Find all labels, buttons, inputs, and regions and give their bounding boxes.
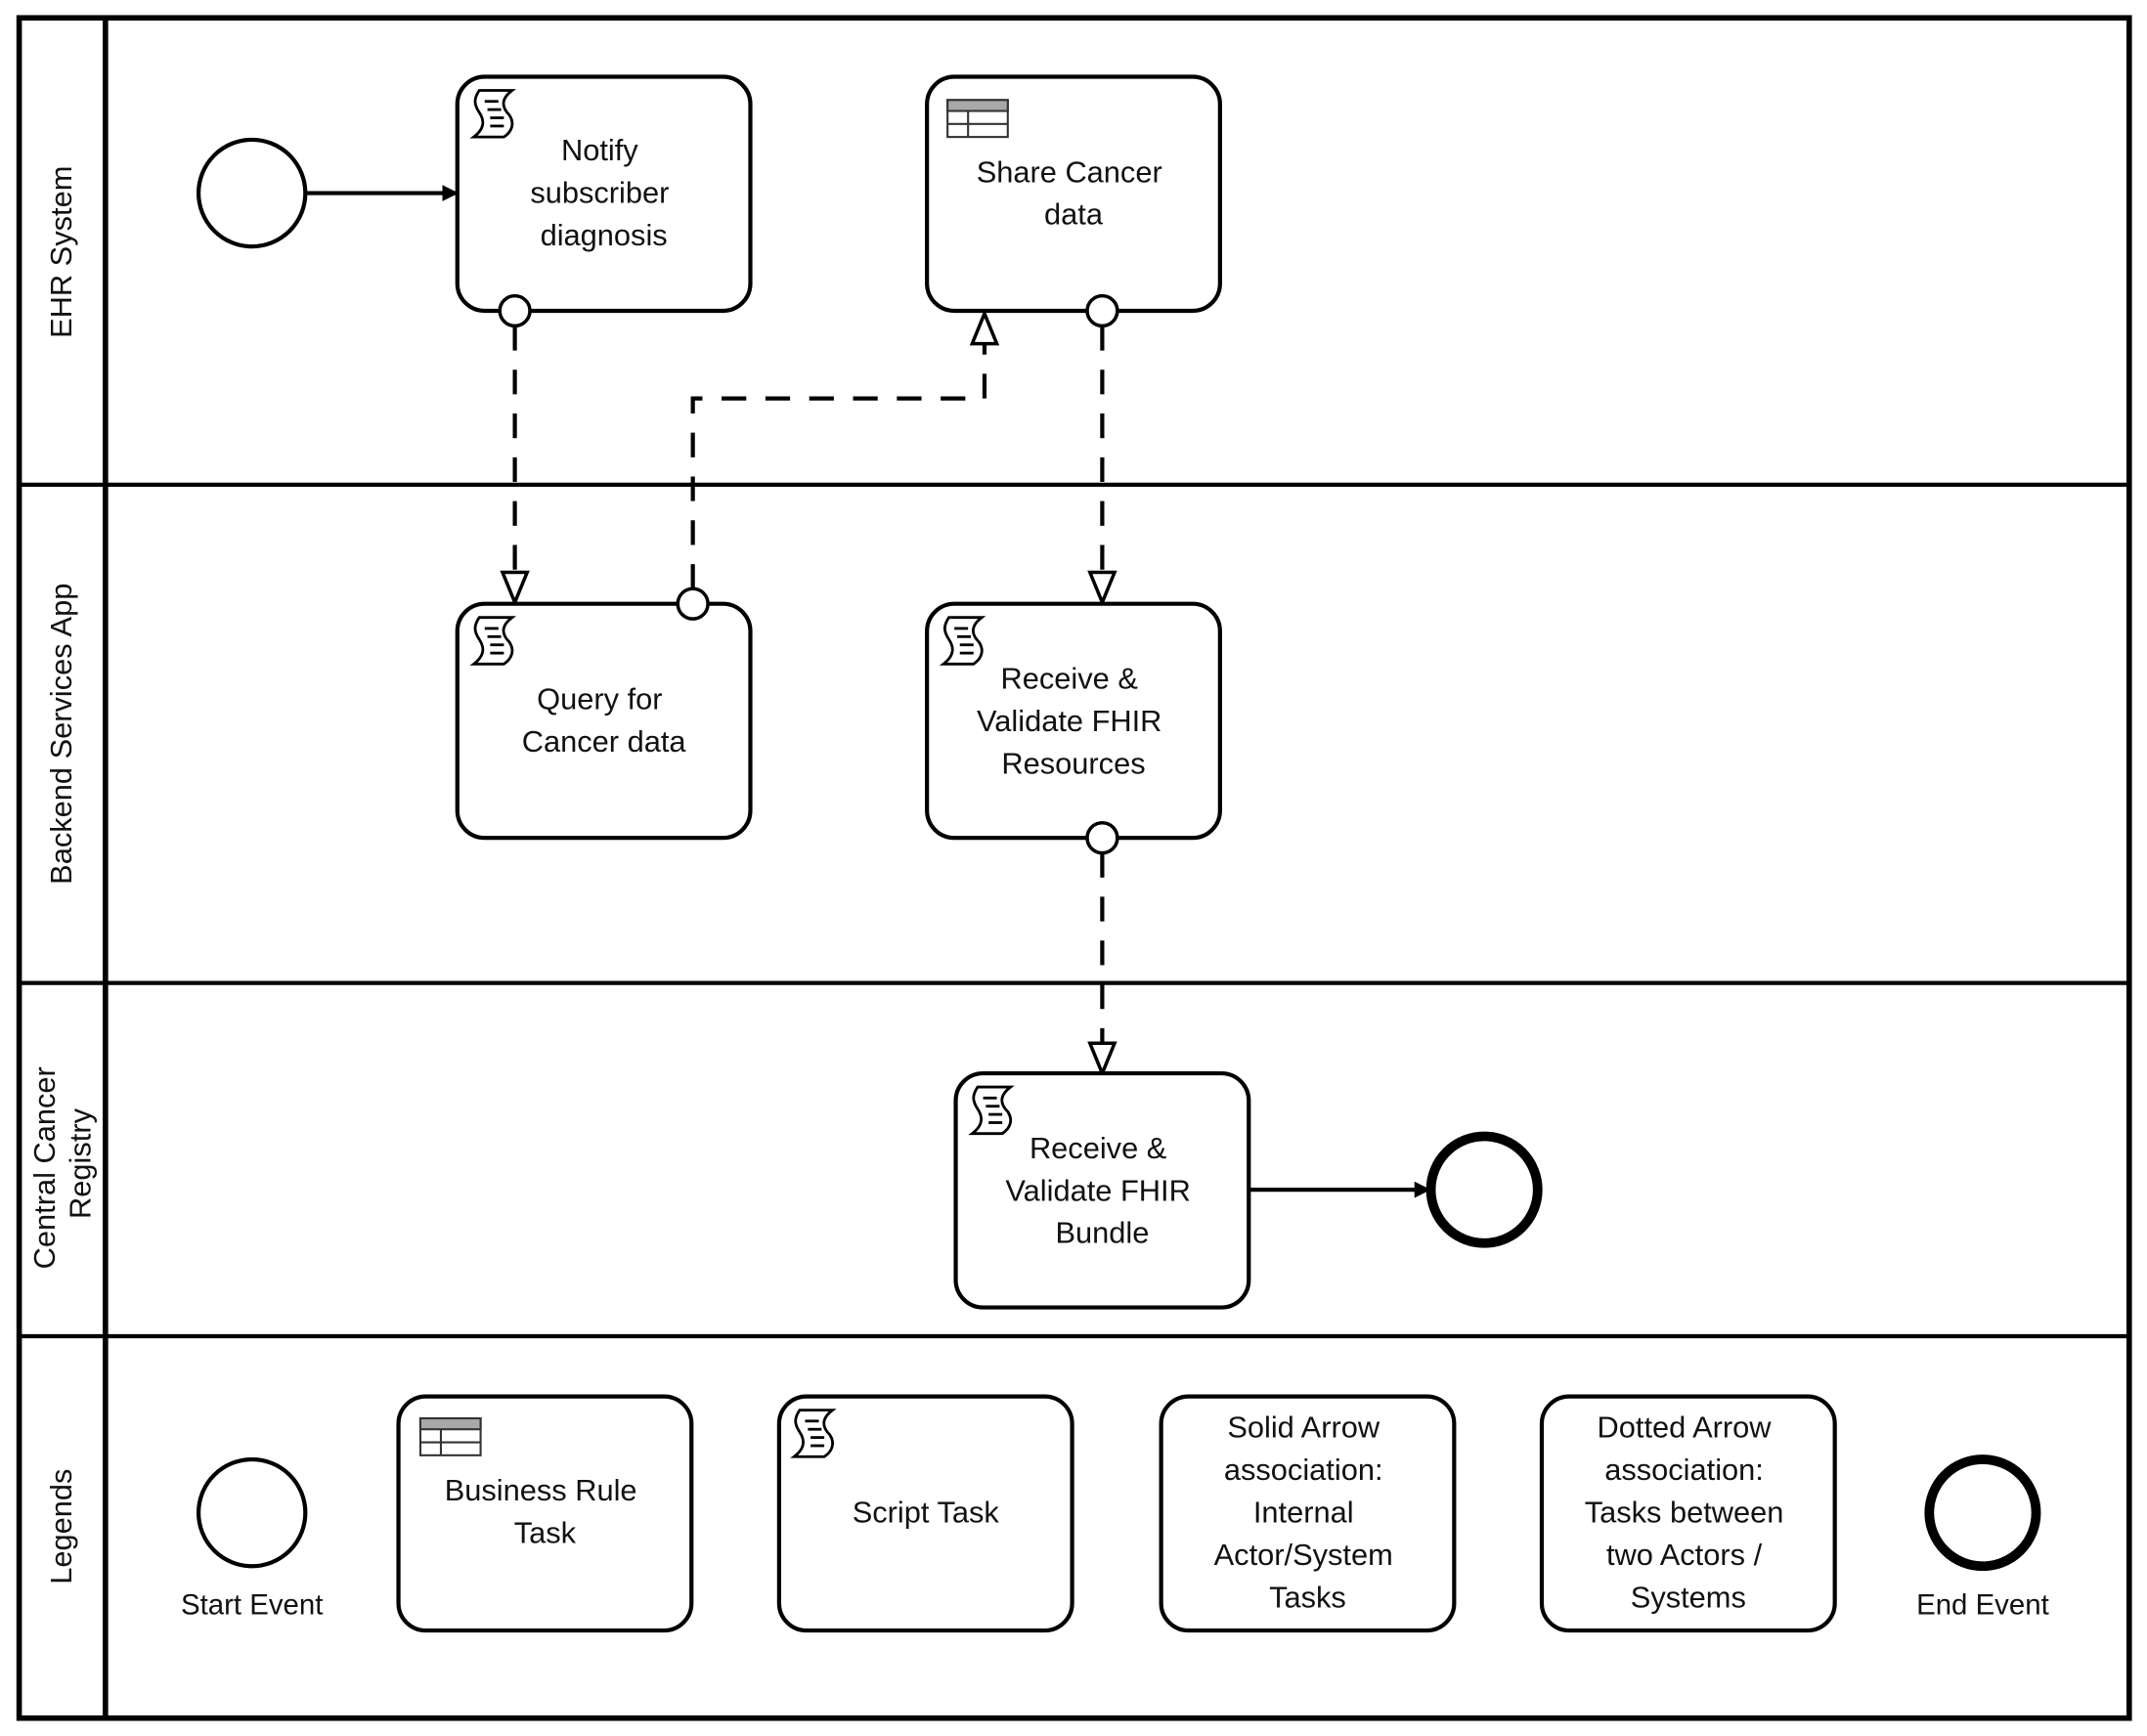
task-notify-subscriber-diagnosis[interactable]: Notify subscriber diagnosis [455, 74, 753, 328]
task-label-line: Validate FHIR [977, 704, 1161, 738]
task-label-line: diagnosis [541, 218, 668, 252]
lane-label-ehr-system: EHR System [44, 166, 78, 338]
task-share-cancer-data[interactable]: Share Cancer data [925, 74, 1222, 328]
task-query-for-cancer-data[interactable]: Query for Cancer data [455, 586, 753, 841]
legend-label-line: Systems [1631, 1580, 1746, 1614]
script-task-icon [970, 1085, 1013, 1136]
task-receive-validate-fhir-bundle[interactable]: Receive & Validate FHIR Bundle [953, 1070, 1251, 1310]
end-event[interactable] [1425, 1131, 1543, 1248]
message-port [676, 586, 710, 621]
legend-label-line: Dotted Arrow [1598, 1410, 1773, 1445]
legend-label-line: Internal [1253, 1495, 1354, 1529]
legend-label-line: association: [1604, 1453, 1764, 1487]
task-label-line: subscriber [530, 175, 669, 209]
legend-end-event: End Event [1916, 1454, 2049, 1621]
task-label-line: Query for [537, 682, 662, 716]
legend-label: Script Task [853, 1495, 1000, 1529]
start-event-icon [196, 1456, 308, 1569]
legend-script-task: Script Task [776, 1394, 1074, 1633]
message-port [498, 293, 532, 328]
legend-label: Start Event [181, 1588, 323, 1621]
task-label-line: Receive & [1001, 662, 1139, 696]
legend-label-line: association: [1224, 1453, 1383, 1487]
lane-label-legends: Legends [44, 1469, 78, 1584]
task-label-line: Cancer data [522, 724, 687, 759]
task-label-line: data [1044, 197, 1104, 232]
legend-label-line: Actor/System [1214, 1538, 1393, 1572]
legend-label-line: Tasks between [1585, 1495, 1784, 1529]
task-label-line: Share Cancer [977, 154, 1162, 189]
task-receive-validate-fhir-resources[interactable]: Receive & Validate FHIR Resources [925, 601, 1222, 855]
script-task-icon [792, 1409, 835, 1458]
legend-business-rule-task: Business Rule Task [396, 1394, 694, 1633]
legend-label-line: Task [514, 1515, 577, 1549]
legend-solid-arrow: Solid Arrow association: Internal Actor/… [1159, 1394, 1457, 1633]
start-event[interactable] [196, 137, 308, 249]
lane-label-backend-services-app: Backend Services App [44, 584, 78, 885]
script-task-icon [472, 89, 514, 139]
end-event-icon [1924, 1454, 2041, 1572]
message-port [1085, 293, 1119, 328]
task-label-line: Receive & [1030, 1131, 1167, 1165]
legend-dotted-arrow: Dotted Arrow association: Tasks between … [1539, 1394, 1837, 1633]
business-rule-icon [946, 99, 1009, 139]
bpmn-diagram: EHR System Backend Services App Central … [16, 15, 2132, 1721]
legend-label-line: Solid Arrow [1227, 1410, 1380, 1445]
lane-label-line: Registry [63, 1107, 97, 1219]
script-task-icon [472, 616, 514, 666]
lane-label-line: Central Cancer [27, 1066, 62, 1269]
message-port [1085, 821, 1119, 855]
task-label-line: Validate FHIR [1005, 1173, 1190, 1207]
script-task-icon [942, 616, 984, 666]
legend-label-line: two Actors / [1606, 1538, 1763, 1572]
legend-label-line: Tasks [1269, 1580, 1346, 1614]
task-label-line: Bundle [1055, 1216, 1149, 1250]
legend-label-line: Business Rule [445, 1473, 637, 1507]
task-label-line: Resources [1001, 746, 1145, 780]
business-rule-icon [418, 1416, 482, 1456]
svg-text:Receive & Validate FHIR: Receive & Validate FHIR Resources [977, 662, 1170, 781]
task-label-line: Notify [561, 133, 638, 167]
legend-label: End Event [1916, 1588, 2049, 1621]
